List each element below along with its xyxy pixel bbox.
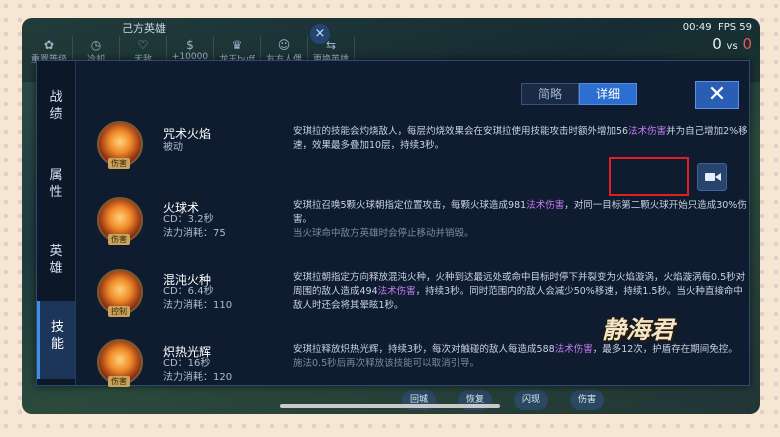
clock-icon: ◷ (90, 38, 102, 52)
skill-radiance-icon: 伤害 (97, 339, 143, 387)
skill-fire-icon: 伤害 (97, 121, 143, 169)
skill-note: 当火球命中敌方英雄时会停止移动并销毁。 (293, 228, 474, 239)
kill-score: 0 vs 0 (683, 35, 752, 53)
skill-description: 安琪拉召唤5颗火球朝指定位置攻击，每颗火球造成981法术伤害，对同一目标第二颗火… (293, 199, 749, 241)
skill-cooldown: CD：6.4秒 (163, 286, 214, 297)
desc-text: ，最多12次，护盾存在期间免控。 (592, 344, 738, 355)
skill-meta: 被动 (163, 141, 183, 155)
match-time: 00:49 (682, 22, 712, 33)
flash-button[interactable]: 闪现 (514, 390, 548, 410)
skill-meta: CD：16秒法力消耗：120 (163, 357, 232, 385)
reset-icon: ✿ (43, 38, 55, 52)
dialog-sidebar: 战绩 属性 英雄 技能 (37, 61, 76, 385)
score-vs: vs (726, 41, 738, 52)
skill-cooldown: CD：3.2秒 (163, 214, 214, 225)
close-button[interactable]: ✕ (695, 81, 739, 109)
highlight-annotation-box (609, 157, 689, 196)
skill-description: 安琪拉释放炽热光辉，持续3秒，每次对触碰的敌人每造成588法术伤害，最多12次，… (293, 343, 749, 371)
desc-text: 安琪拉的技能会灼烧敌人，每层灼烧效果会在安琪拉使用技能攻击时额外增加56 (293, 126, 629, 137)
tab-skills[interactable]: 技能 (37, 301, 75, 379)
skill-description: 安琪拉的技能会灼烧敌人，每层灼烧效果会在安琪拉使用技能攻击时额外增加56法术伤害… (293, 125, 749, 153)
skill-meta: CD：6.4秒法力消耗：110 (163, 285, 232, 313)
skill-tag: 控制 (108, 306, 130, 317)
skill-note: 施法0.5秒后再次释放该技能可以取消引导。 (293, 358, 480, 369)
heart-icon: ♡ (137, 38, 149, 52)
magic-damage-keyword: 法术伤害 (526, 200, 565, 211)
tab-detailed[interactable]: 详细 (579, 83, 637, 105)
video-camera-icon (705, 173, 715, 181)
home-indicator (280, 404, 500, 408)
skill-row-1: 伤害 火球术 CD：3.2秒 法力消耗：75 安琪拉召唤5颗火球朝指定位置攻击，每… (75, 193, 749, 249)
magic-damage-keyword: 法术伤害 (628, 126, 667, 137)
tab-brief[interactable]: 简略 (521, 83, 579, 105)
skill-tag: 伤害 (108, 158, 130, 169)
damage-button[interactable]: 伤害 (570, 390, 604, 410)
hud-title: 己方英雄 (122, 22, 166, 35)
magic-damage-keyword: 法术伤害 (377, 286, 416, 297)
skill-type: 被动 (163, 142, 183, 153)
game-screen: 己方英雄 ✿重置等级 ◷冷却 ♡无敌 $+10000 ♛龙王buff ☺友方人偶… (22, 18, 760, 414)
skill-name: 咒术火焰 (163, 127, 212, 141)
skill-meta: CD：3.2秒法力消耗：75 (163, 213, 226, 241)
skill-chaos-fire-icon: 控制 (97, 269, 143, 317)
skill-tag: 伤害 (108, 376, 130, 387)
magic-damage-keyword: 法术伤害 (554, 344, 593, 355)
detail-tabs: 简略 详细 (521, 83, 637, 105)
close-icon: ✕ (707, 82, 727, 107)
hud-close-icon[interactable]: × (310, 24, 330, 44)
skill-mana-cost: 法力消耗：110 (163, 300, 233, 311)
skill-mana-cost: 法力消耗：75 (163, 228, 226, 239)
skill-fireball-icon: 伤害 (97, 197, 143, 245)
desc-text: 安琪拉召唤5颗火球朝指定位置攻击，每颗火球造成981 (293, 200, 527, 211)
score-right: 0 (742, 35, 752, 53)
skill-description: 安琪拉朝指定方向释放混沌火种，火种到达最远处或命中目标时停下并裂变为火焰漩涡，火… (293, 271, 749, 313)
person-icon: ☺ (277, 38, 291, 52)
tab-hero[interactable]: 英雄 (37, 243, 75, 277)
tab-attributes[interactable]: 属性 (37, 167, 75, 201)
desc-text: 安琪拉释放炽热光辉，持续3秒，每次对触碰的敌人每造成588 (293, 344, 555, 355)
skill-cooldown: CD：16秒 (163, 358, 211, 369)
tab-record[interactable]: 战绩 (37, 89, 75, 123)
skill-mana-cost: 法力消耗：120 (163, 372, 233, 383)
watermark-signature: 静海君 (602, 315, 674, 344)
fps-readout: FPS 59 (717, 22, 752, 33)
skill-tag: 伤害 (108, 234, 130, 245)
crown-icon: ♛ (231, 38, 243, 52)
coin-icon: $ (186, 38, 194, 52)
score-left: 0 (712, 35, 722, 53)
video-lens-icon (715, 173, 721, 181)
match-status: 00:49 FPS 59 0 vs 0 (683, 22, 752, 53)
